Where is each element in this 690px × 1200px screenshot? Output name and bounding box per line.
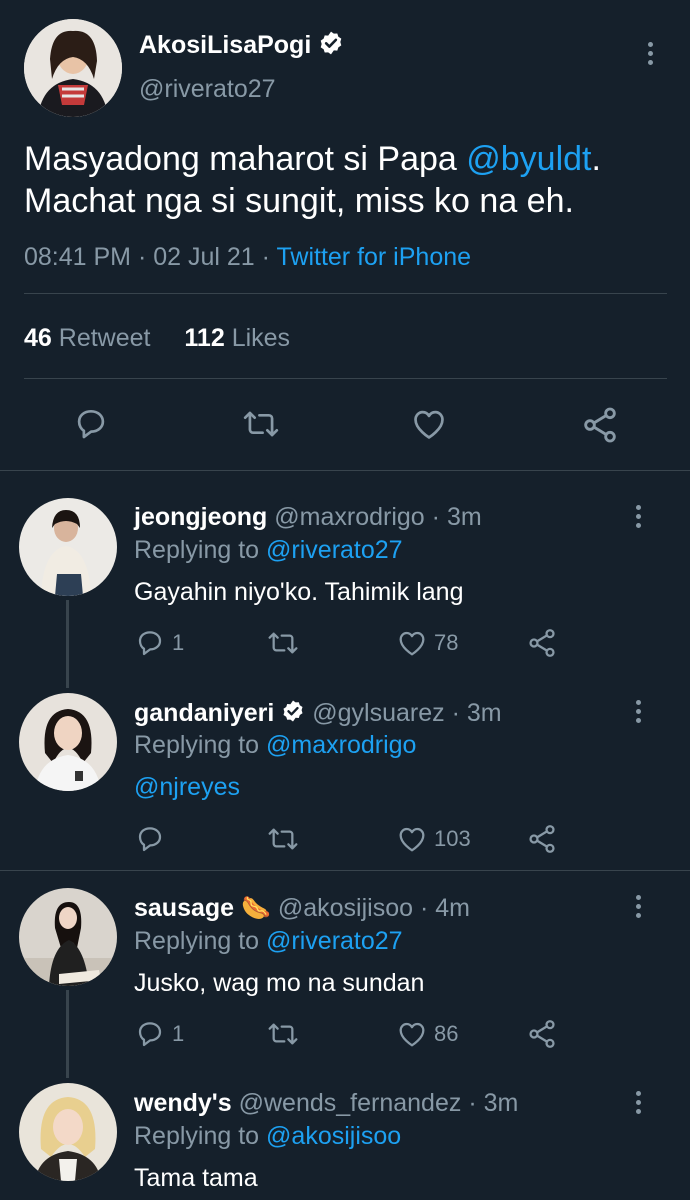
reply-avatar[interactable]: [19, 888, 117, 986]
author-name-row[interactable]: AkosiLisaPogi: [139, 30, 344, 63]
divider: [24, 378, 667, 379]
tweet-date: 02 Jul 21: [153, 243, 255, 271]
reply-avatar[interactable]: [19, 693, 117, 791]
retweet-button[interactable]: [266, 823, 300, 855]
verified-badge-icon: [318, 30, 344, 63]
like-button[interactable]: 78: [396, 627, 458, 659]
tweet-text-line-2: Machat nga si sungit, miss ko na eh.: [24, 182, 574, 220]
reply-header: sausage 🌭 @akosijisoo · 4m: [134, 894, 470, 922]
share-button[interactable]: [526, 823, 558, 855]
retweet-button[interactable]: [266, 1018, 300, 1050]
like-icon: [414, 410, 444, 439]
retweet-stat[interactable]: 46 Retweet: [24, 324, 150, 352]
replying-to-link[interactable]: @riverato27: [266, 927, 403, 955]
more-options-icon[interactable]: [633, 505, 643, 532]
tweet-text: Masyadong maharot si Papa @byuldt. Macha…: [24, 138, 601, 222]
share-icon: [584, 407, 616, 443]
replying-to: Replying to @riverato27: [134, 927, 403, 955]
reply-text-mention[interactable]: @njreyes: [134, 773, 240, 802]
like-icon: [399, 631, 425, 656]
thread-line: [66, 990, 69, 1078]
reply-count: 1: [172, 1021, 185, 1046]
retweet-icon: [268, 632, 298, 654]
more-options-icon[interactable]: [633, 700, 643, 727]
reply-author-name[interactable]: jeongjeong: [134, 503, 267, 531]
thread-line: [66, 600, 69, 688]
replying-to: Replying to @akosijisoo: [134, 1122, 402, 1150]
reply-author-handle[interactable]: @wends_fernandez: [239, 1089, 462, 1117]
like-count: 78: [434, 630, 459, 655]
reply-icon: [138, 827, 162, 852]
reply-text: Tama tama: [134, 1164, 258, 1192]
divider: [0, 870, 690, 871]
tweet-text-line-1: Masyadong maharot si Papa @byuldt.: [24, 140, 601, 178]
retweet-button[interactable]: [266, 627, 300, 659]
tweet-source-link[interactable]: Twitter for iPhone: [277, 243, 472, 271]
reply-time: 3m: [483, 1089, 519, 1117]
tweet-time: 08:41 PM: [24, 243, 132, 271]
replying-to-link[interactable]: @riverato27: [266, 536, 403, 564]
reply-icon: [138, 1022, 162, 1047]
reply-time: 3m: [466, 699, 502, 728]
reply-icon: [77, 409, 105, 439]
reply-icon: [138, 631, 162, 656]
retweet-icon: [268, 1023, 298, 1045]
more-options-icon[interactable]: [633, 1091, 643, 1118]
author-avatar[interactable]: [24, 19, 122, 117]
reply-author-handle[interactable]: @maxrodrigo: [274, 503, 424, 531]
reply-author-handle[interactable]: @gylsuarez: [312, 699, 444, 727]
retweet-icon: [268, 828, 298, 850]
replying-to: Replying to @riverato27: [134, 536, 403, 564]
like-icon: [399, 827, 425, 852]
reply-author-name[interactable]: sausage: [134, 894, 234, 922]
like-count: 86: [434, 1021, 459, 1046]
replying-to-link[interactable]: @maxrodrigo: [266, 731, 416, 759]
retweet-icon: [243, 411, 279, 437]
more-options-icon[interactable]: [633, 895, 643, 922]
like-icon: [399, 1022, 425, 1047]
likes-stat[interactable]: 112 Likes: [184, 324, 290, 352]
share-button[interactable]: [580, 405, 620, 445]
like-button[interactable]: 103: [396, 823, 471, 855]
like-count: 103: [434, 826, 471, 851]
share-button[interactable]: [526, 1018, 558, 1050]
reply-button[interactable]: [134, 823, 172, 855]
like-button[interactable]: [410, 405, 448, 443]
reply-author-name[interactable]: gandaniyeri: [134, 699, 274, 727]
retweet-button[interactable]: [241, 405, 281, 443]
reply-time: 4m: [435, 894, 470, 922]
like-button[interactable]: 86: [396, 1018, 458, 1050]
reply-avatar[interactable]: [19, 1083, 117, 1181]
reply-count: 1: [172, 630, 185, 655]
reply-text: Jusko, wag mo na sundan: [134, 969, 425, 997]
replying-to: Replying to @maxrodrigo: [134, 731, 417, 759]
hotdog-emoji: 🌭: [241, 895, 271, 922]
author-handle[interactable]: @riverato27: [139, 75, 276, 104]
author-name[interactable]: AkosiLisaPogi: [139, 31, 311, 59]
share-icon: [529, 629, 555, 657]
tweet-stats: 46 Retweet 112 Likes: [24, 324, 290, 353]
reply-button[interactable]: 1: [134, 627, 184, 659]
share-icon: [529, 825, 555, 853]
replying-to-link[interactable]: @akosijisoo: [266, 1122, 401, 1150]
reply-header: gandaniyeri @gylsuarez · 3m: [134, 699, 502, 730]
reply-author-handle[interactable]: @akosijisoo: [278, 894, 413, 922]
verified-badge-icon: [281, 699, 305, 730]
share-button[interactable]: [526, 627, 558, 659]
reply-button[interactable]: [72, 405, 110, 443]
reply-author-name[interactable]: wendy's: [134, 1089, 232, 1117]
reply-time: 3m: [446, 503, 482, 531]
divider: [24, 293, 667, 294]
reply-header: wendy's @wends_fernandez · 3m: [134, 1089, 519, 1117]
tweet-meta: 08:41 PM · 02 Jul 21 · Twitter for iPhon…: [24, 243, 472, 271]
divider: [0, 470, 690, 471]
more-options-icon[interactable]: [645, 42, 655, 69]
share-icon: [529, 1020, 555, 1048]
reply-button[interactable]: 1: [134, 1018, 184, 1050]
reply-header: jeongjeong @maxrodrigo · 3m: [134, 503, 482, 531]
mention-link[interactable]: @byuldt: [466, 140, 591, 178]
reply-text: Gayahin niyo'ko. Tahimik lang: [134, 578, 464, 606]
reply-avatar[interactable]: [19, 498, 117, 596]
